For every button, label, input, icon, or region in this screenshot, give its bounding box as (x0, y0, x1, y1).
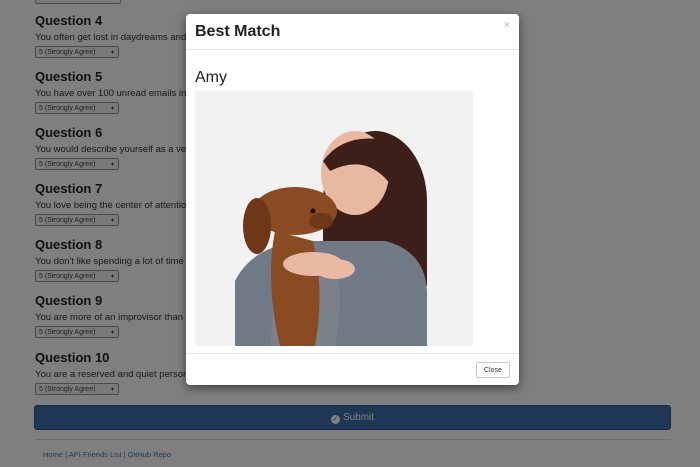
modal-header: Best Match × (186, 14, 519, 50)
match-name: Amy (195, 69, 227, 86)
modal-title: Best Match (195, 23, 281, 40)
best-match-modal: Best Match × Amy Close (186, 14, 519, 385)
match-photo (195, 91, 473, 346)
close-icon[interactable]: × (504, 19, 510, 31)
close-button[interactable]: Close (476, 362, 510, 378)
modal-footer: Close (186, 353, 519, 385)
